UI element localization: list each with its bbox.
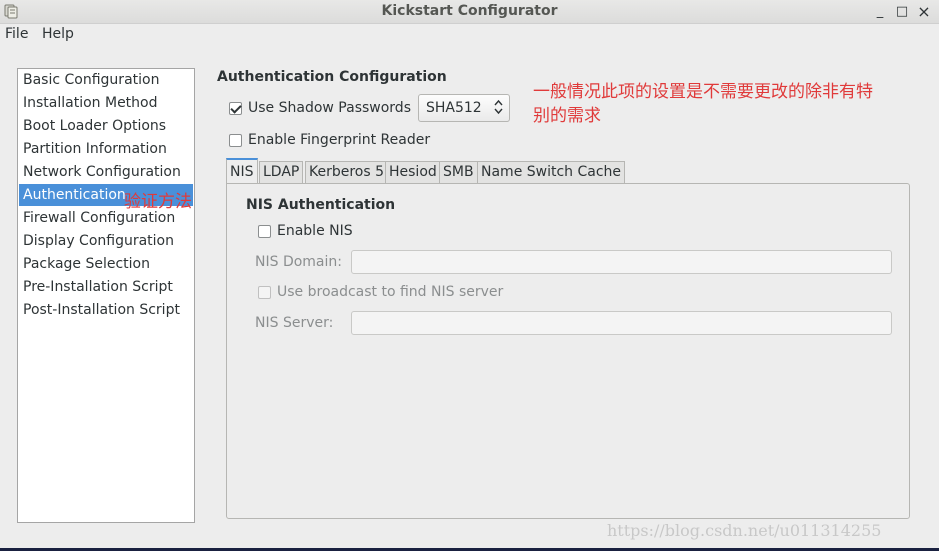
nis-server-input[interactable]	[351, 311, 892, 335]
shadow-passwords-checkbox[interactable]	[229, 101, 242, 115]
hash-algorithm-value: SHA512	[426, 100, 482, 116]
sidebar-item-package-selection[interactable]: Package Selection	[19, 253, 193, 275]
sidebar-item-boot-loader-options[interactable]: Boot Loader Options	[19, 115, 193, 137]
broadcast-label: Use broadcast to find NIS server	[277, 284, 504, 300]
broadcast-row[interactable]: Use broadcast to find NIS server	[258, 282, 503, 302]
updown-arrows-icon	[494, 99, 503, 117]
tab-kerberos[interactable]: Kerberos 5	[305, 161, 389, 183]
menu-file[interactable]: File	[5, 26, 28, 42]
tab-name-switch-cache[interactable]: Name Switch Cache	[477, 161, 626, 183]
sidebar-item-display-configuration[interactable]: Display Configuration	[19, 230, 193, 252]
nis-domain-input[interactable]	[351, 250, 892, 274]
category-list: Basic Configuration Installation Method …	[17, 68, 195, 523]
section-title: Authentication Configuration	[217, 69, 447, 85]
broadcast-checkbox[interactable]	[258, 285, 271, 299]
minimize-button[interactable]: _	[871, 3, 889, 21]
enable-nis-checkbox[interactable]	[258, 224, 271, 238]
sidebar-item-post-installation-script[interactable]: Post-Installation Script	[19, 299, 193, 321]
annotation-auth-method: 验证方法	[124, 192, 192, 212]
sidebar-item-partition-information[interactable]: Partition Information	[19, 138, 193, 160]
tab-hesiod[interactable]: Hesiod	[385, 161, 441, 183]
tab-smb[interactable]: SMB	[439, 161, 478, 183]
sidebar-item-pre-installation-script[interactable]: Pre-Installation Script	[19, 276, 193, 298]
annotation-note-line2: 别的需求	[533, 106, 601, 126]
annotation-note-line1: 一般情况此项的设置是不需要更改的除非有特	[533, 82, 873, 102]
menu-help[interactable]: Help	[42, 26, 74, 42]
tab-ldap[interactable]: LDAP	[259, 161, 304, 183]
sidebar-item-installation-method[interactable]: Installation Method	[19, 92, 193, 114]
shadow-passwords-row[interactable]: Use Shadow Passwords	[229, 98, 411, 118]
shadow-passwords-label: Use Shadow Passwords	[248, 100, 411, 116]
nis-domain-label: NIS Domain:	[255, 254, 342, 270]
hash-algorithm-select[interactable]: SHA512	[418, 94, 510, 122]
maximize-button[interactable]: □	[893, 3, 911, 21]
window-title: Kickstart Configurator	[381, 3, 558, 19]
menu-bar: File Help	[0, 24, 939, 46]
title-bar: Kickstart Configurator _ □ ×	[0, 0, 939, 24]
tab-nis[interactable]: NIS	[226, 158, 258, 184]
sidebar-item-network-configuration[interactable]: Network Configuration	[19, 161, 193, 183]
fingerprint-label: Enable Fingerprint Reader	[248, 132, 431, 148]
close-button[interactable]: ×	[915, 3, 933, 21]
enable-nis-label: Enable NIS	[277, 223, 353, 239]
nis-title: NIS Authentication	[246, 197, 396, 213]
nis-server-label: NIS Server:	[255, 315, 334, 331]
fingerprint-checkbox[interactable]	[229, 133, 242, 147]
watermark: https://blog.csdn.net/u011314255	[607, 521, 882, 540]
sidebar-item-basic-configuration[interactable]: Basic Configuration	[19, 69, 193, 91]
fingerprint-row[interactable]: Enable Fingerprint Reader	[229, 130, 430, 150]
enable-nis-row[interactable]: Enable NIS	[258, 221, 353, 241]
